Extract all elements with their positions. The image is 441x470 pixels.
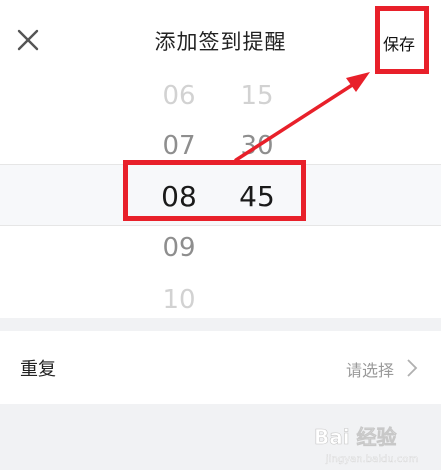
repeat-value: 请选择 (346, 361, 395, 380)
hour-option[interactable]: 09 (149, 233, 209, 263)
hour-option[interactable]: 06 (149, 81, 209, 111)
time-highlight-box (123, 160, 306, 221)
picker-lower-band (0, 226, 441, 318)
add-checkin-reminder-screen: 添加签到提醒 保存 06 07 08 09 10 15 30 45 重复 请选择… (0, 0, 441, 470)
bottom-empty-area (0, 404, 441, 470)
hour-option[interactable]: 10 (149, 285, 209, 315)
repeat-row[interactable]: 重复 请选择 (0, 331, 441, 404)
save-highlight-box (375, 6, 429, 74)
minute-option[interactable]: 30 (227, 131, 287, 161)
chevron-right-icon (407, 359, 418, 377)
minute-option[interactable]: 15 (227, 81, 287, 111)
picker-upper-band (0, 76, 441, 164)
repeat-label: 重复 (20, 359, 56, 380)
hour-option[interactable]: 07 (149, 131, 209, 161)
selection-bottom-line (0, 225, 441, 226)
